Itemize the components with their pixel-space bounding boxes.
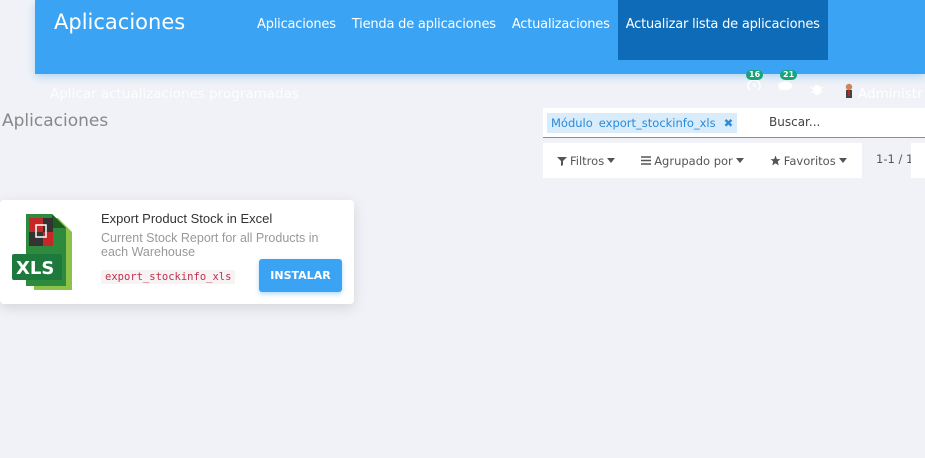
activity-count-badge: 16 — [746, 70, 764, 80]
group-by-dropdown[interactable]: Agrupado por — [627, 154, 756, 168]
module-technical-name: export_stockinfo_xls — [101, 270, 236, 284]
top-navbar: Aplicaciones Aplicaciones Tienda de apli… — [35, 0, 925, 74]
module-summary: Current Stock Report for all Products in… — [101, 231, 319, 259]
apply-scheduled-updates-link[interactable]: Aplicar actualizaciones programadas — [50, 86, 299, 102]
filter-icon — [557, 156, 567, 166]
menu-item-update-app-list[interactable]: Actualizar lista de aplicaciones — [617, 0, 828, 60]
star-icon — [770, 155, 781, 166]
module-card[interactable]: XLS Export Product Stock in Excel Curren… — [0, 200, 354, 304]
module-title: Export Product Stock in Excel — [101, 211, 273, 226]
menu-item-updates[interactable]: Actualizaciones — [504, 0, 618, 60]
search-options-bar: Filtros Agrupado por Favoritos — [543, 143, 862, 178]
module-logo: XLS — [12, 212, 78, 292]
facet-field-label: Módulo — [551, 116, 593, 130]
search-input[interactable] — [769, 112, 919, 132]
search-facet: Módulo export_stockinfo_xls ✖ — [547, 113, 738, 133]
app-brand[interactable]: Aplicaciones — [54, 10, 185, 34]
logo-xls-text: XLS — [16, 258, 54, 279]
user-avatar-icon[interactable] — [843, 82, 855, 102]
bars-icon — [641, 156, 652, 165]
install-button[interactable]: INSTALAR — [259, 259, 342, 292]
search-box: Módulo export_stockinfo_xls ✖ — [543, 108, 925, 138]
debug-bug-icon[interactable] — [810, 81, 824, 100]
favorites-dropdown[interactable]: Favoritos — [756, 154, 859, 168]
menu-item-apps[interactable]: Aplicaciones — [249, 0, 344, 60]
main-menu: Aplicaciones Tienda de aplicaciones Actu… — [249, 0, 828, 60]
caret-down-icon — [735, 158, 744, 163]
pager-value[interactable]: 1-1 / 1 — [876, 152, 913, 166]
caret-down-icon — [607, 158, 616, 163]
facet-value: export_stockinfo_xls — [598, 116, 716, 130]
caret-down-icon — [838, 158, 847, 163]
user-menu-label[interactable]: Administr — [858, 86, 923, 102]
breadcrumb: Aplicaciones — [2, 111, 109, 131]
filters-dropdown[interactable]: Filtros — [543, 154, 627, 168]
group-by-label: Agrupado por — [654, 153, 733, 168]
filters-label: Filtros — [570, 153, 605, 168]
favorites-label: Favoritos — [783, 153, 836, 168]
messages-count-badge: 21 — [780, 70, 798, 80]
facet-remove-icon[interactable]: ✖ — [724, 113, 734, 133]
pager-buttons[interactable] — [911, 143, 925, 178]
menu-item-app-store[interactable]: Tienda de aplicaciones — [344, 0, 504, 60]
